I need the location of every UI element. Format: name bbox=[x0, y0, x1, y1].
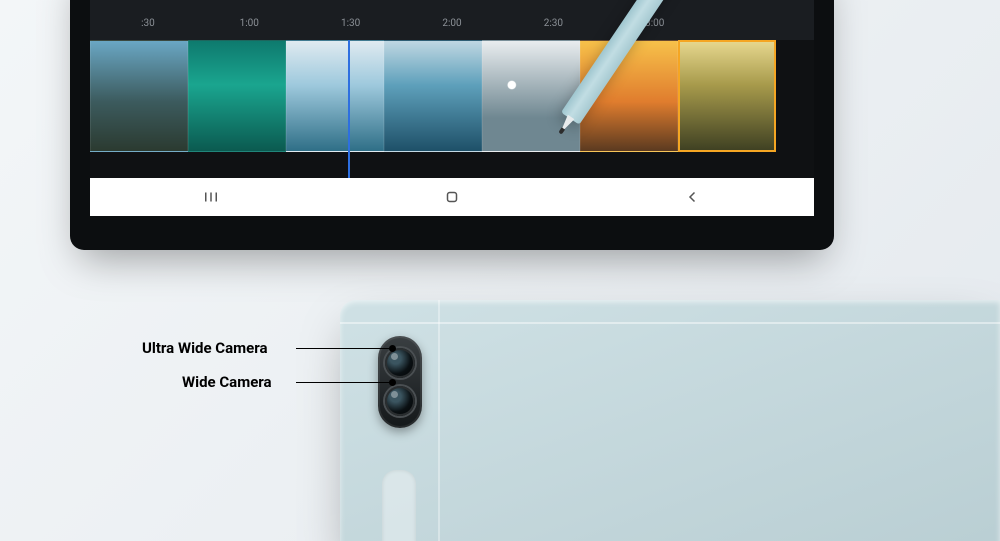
recents-icon[interactable] bbox=[202, 188, 220, 206]
ruler-tick: 3:00 bbox=[645, 18, 664, 29]
home-icon[interactable] bbox=[443, 188, 461, 206]
product-marketing-scene: 01:35 03:27 26 :30 1:00 bbox=[0, 0, 1000, 541]
playhead[interactable] bbox=[348, 40, 350, 178]
ruler-tick: 2:30 bbox=[544, 18, 563, 29]
leader-line-wide bbox=[296, 382, 392, 383]
clip-wave-dark[interactable] bbox=[384, 40, 482, 152]
timeline-strip[interactable] bbox=[90, 40, 814, 178]
label-wide-camera: Wide Camera bbox=[182, 373, 272, 391]
label-ultra-wide-camera: Ultra Wide Camera bbox=[142, 339, 268, 357]
clip-sunset-silhouette[interactable] bbox=[580, 40, 678, 152]
leader-line-ultra-wide bbox=[296, 348, 392, 349]
clip-mountain-lake[interactable] bbox=[90, 40, 188, 152]
s-pen-magnetic-strip bbox=[382, 470, 416, 541]
wide-lens bbox=[385, 386, 415, 416]
transport-bar: 01:35 03:27 26 bbox=[90, 0, 814, 18]
antenna-line-side bbox=[438, 300, 440, 541]
ruler-tick: :30 bbox=[141, 18, 155, 29]
clip-surfer[interactable] bbox=[482, 40, 580, 152]
ruler-tick: 2:00 bbox=[442, 18, 461, 29]
clip-forest-glow-selected[interactable] bbox=[678, 40, 776, 152]
ultra-wide-lens bbox=[385, 348, 415, 378]
clip-aerial-coast[interactable] bbox=[188, 40, 286, 152]
tablet-front-view: 01:35 03:27 26 :30 1:00 bbox=[70, 0, 834, 250]
ruler-tick: 1:30 bbox=[341, 18, 360, 29]
video-editor-screen: 01:35 03:27 26 :30 1:00 bbox=[90, 0, 814, 178]
clip-wave-light[interactable] bbox=[286, 40, 384, 152]
android-nav-bar bbox=[90, 178, 814, 216]
tablet-back-view bbox=[340, 300, 1000, 541]
ruler-tick: 1:00 bbox=[240, 18, 259, 29]
timeline-ruler: :30 1:00 1:30 2:00 2:30 3:00 bbox=[90, 18, 814, 40]
back-icon[interactable] bbox=[684, 188, 702, 206]
